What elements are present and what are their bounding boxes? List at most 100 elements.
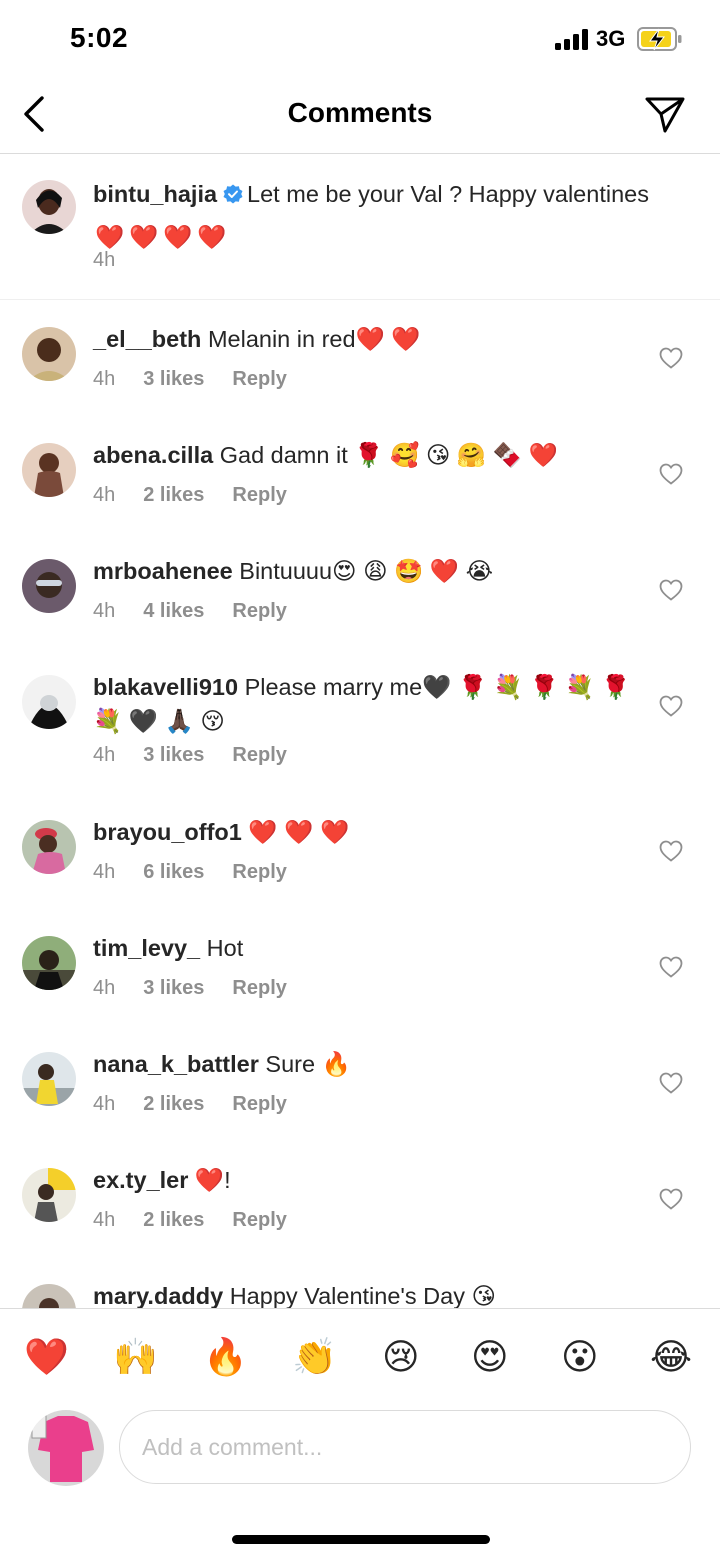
comment-input[interactable] xyxy=(119,1410,691,1484)
comment-likes[interactable]: 2 likes xyxy=(143,1209,204,1231)
comment-text: mrboahenee Bintuuuu😍 😩 🤩 ❤️ 😭 xyxy=(93,554,633,588)
avatar[interactable] xyxy=(22,327,76,381)
comment-item: nana_k_battler Sure 🔥 4h 2 likes Reply xyxy=(0,1025,720,1141)
caption-emojis: ❤️ ❤️ ❤️ ❤️ xyxy=(93,216,229,250)
caption-timestamp: 4h xyxy=(93,249,116,271)
comment-meta: 4h 3 likes Reply xyxy=(93,368,287,391)
avatar[interactable] xyxy=(22,559,76,613)
laughing-reaction-button[interactable]: 😂 xyxy=(650,1335,694,1379)
comment-item: ex.ty_ler ❤️! 4h 2 likes Reply xyxy=(0,1141,720,1257)
comment-item: mrboahenee Bintuuuu😍 😩 🤩 ❤️ 😭 4h 4 likes R… xyxy=(0,532,720,648)
caption-username[interactable]: bintu_hajia xyxy=(93,181,217,207)
comment-time: 4h xyxy=(93,977,116,999)
heart-outline-icon[interactable] xyxy=(659,695,683,717)
clapping-reaction-button[interactable]: 👏 xyxy=(292,1335,337,1379)
comment-likes[interactable]: 2 likes xyxy=(143,1093,204,1115)
avatar[interactable] xyxy=(22,180,76,234)
comment-body: Happy Valentine's Day 😘 xyxy=(229,1283,496,1308)
reply-button[interactable]: Reply xyxy=(232,977,286,999)
quick-reaction-bar: ❤️ 🙌 🔥 👏 😢 😍 😮 😂 xyxy=(0,1308,720,1402)
surprised-reaction-button[interactable]: 😮 xyxy=(561,1335,605,1379)
home-indicator xyxy=(232,1535,490,1544)
comment-composer xyxy=(0,1402,720,1502)
heart-emoji: ❤️ xyxy=(129,223,159,250)
status-time: 5:02 xyxy=(70,22,129,53)
reply-button[interactable]: Reply xyxy=(232,368,286,390)
comments-header: Comments xyxy=(0,80,720,154)
comment-likes[interactable]: 3 likes xyxy=(143,368,204,390)
heart-outline-icon[interactable] xyxy=(659,956,683,978)
comment-time: 4h xyxy=(93,1209,116,1231)
comment-meta: 4h 6 likes Reply xyxy=(93,861,287,884)
comment-time: 4h xyxy=(93,1093,116,1115)
comment-item: _el__beth Melanin in red❤️ ❤️ 4h 3 likes R… xyxy=(0,300,720,416)
comment-text: ex.ty_ler ❤️! xyxy=(93,1163,633,1197)
avatar[interactable] xyxy=(22,1052,76,1106)
avatar[interactable] xyxy=(22,443,76,497)
comment-text: nana_k_battler Sure 🔥 xyxy=(93,1047,633,1081)
reply-button[interactable]: Reply xyxy=(232,861,286,883)
comment-body: Bintuuuu😍 😩 🤩 ❤️ 😭 xyxy=(239,558,494,584)
comment-list: _el__beth Melanin in red❤️ ❤️ 4h 3 likes R… xyxy=(0,300,720,1308)
avatar[interactable] xyxy=(22,936,76,990)
comment-item: abena.cilla Gad damn it 🌹 🥰 😘 🤗 🍫 ❤️ 4h 2… xyxy=(0,416,720,532)
comment-username[interactable]: mrboahenee xyxy=(93,558,233,584)
comment-username[interactable]: nana_k_battler xyxy=(93,1051,259,1077)
comment-time: 4h xyxy=(93,744,116,766)
heart-reaction-button[interactable]: ❤️ xyxy=(24,1335,69,1379)
raising-hands-reaction-button[interactable]: 🙌 xyxy=(113,1335,158,1379)
reply-button[interactable]: Reply xyxy=(232,600,286,622)
comment-item: brayou_offo1 ❤️ ❤️ ❤️ 4h 6 likes Reply xyxy=(0,793,720,909)
avatar[interactable] xyxy=(22,820,76,874)
comment-likes[interactable]: 3 likes xyxy=(143,744,204,766)
comment-username[interactable]: brayou_offo1 xyxy=(93,819,242,845)
comment-username[interactable]: blakavelli910 xyxy=(93,674,238,700)
comment-username[interactable]: mary.daddy xyxy=(93,1283,223,1308)
current-user-avatar xyxy=(28,1410,104,1486)
paper-plane-icon[interactable] xyxy=(644,94,686,134)
comment-likes[interactable]: 6 likes xyxy=(143,861,204,883)
comment-meta: 4h 2 likes Reply xyxy=(93,1209,287,1232)
comment-text: tim_levy_ Hot xyxy=(93,931,633,965)
fire-reaction-button[interactable]: 🔥 xyxy=(203,1335,248,1379)
caption-body: Let me be your Val ? Happy valentines xyxy=(247,181,649,207)
heart-outline-icon[interactable] xyxy=(659,1072,683,1094)
comment-item: mary.daddy Happy Valentine's Day 😘 xyxy=(0,1257,720,1308)
comment-text: blakavelli910 Please marry me🖤 🌹 💐 🌹 💐 🌹… xyxy=(93,670,633,738)
comment-username[interactable]: _el__beth xyxy=(93,326,201,352)
avatar[interactable] xyxy=(22,1168,76,1222)
comment-text: abena.cilla Gad damn it 🌹 🥰 😘 🤗 🍫 ❤️ xyxy=(93,438,633,472)
comment-time: 4h xyxy=(93,484,116,506)
reply-button[interactable]: Reply xyxy=(232,484,286,506)
reply-button[interactable]: Reply xyxy=(232,1093,286,1115)
avatar[interactable] xyxy=(22,1284,76,1308)
comment-meta: 4h 3 likes Reply xyxy=(93,977,287,1000)
avatar[interactable] xyxy=(22,675,76,729)
comment-likes[interactable]: 3 likes xyxy=(143,977,204,999)
comment-time: 4h xyxy=(93,600,116,622)
comment-likes[interactable]: 2 likes xyxy=(143,484,204,506)
comment-body: Sure 🔥 xyxy=(265,1051,351,1077)
heart-outline-icon[interactable] xyxy=(659,347,683,369)
comment-username[interactable]: ex.ty_ler xyxy=(93,1167,188,1193)
heart-outline-icon[interactable] xyxy=(659,1188,683,1210)
heart-eyes-reaction-button[interactable]: 😍 xyxy=(471,1335,515,1379)
comment-likes[interactable]: 4 likes xyxy=(143,600,204,622)
comment-meta: 4h 2 likes Reply xyxy=(93,484,287,507)
comment-meta: 4h 3 likes Reply xyxy=(93,744,287,767)
comment-username[interactable]: abena.cilla xyxy=(93,442,213,468)
comment-body: ❤️! xyxy=(194,1167,231,1193)
comment-text: mary.daddy Happy Valentine's Day 😘 xyxy=(93,1279,633,1308)
heart-emoji: ❤️ xyxy=(163,223,193,250)
signal-strength-icon xyxy=(555,28,589,50)
comment-username[interactable]: tim_levy_ xyxy=(93,935,200,961)
heart-outline-icon[interactable] xyxy=(659,579,683,601)
heart-outline-icon[interactable] xyxy=(659,463,683,485)
verified-badge-icon xyxy=(223,184,243,204)
reply-button[interactable]: Reply xyxy=(232,1209,286,1231)
reply-button[interactable]: Reply xyxy=(232,744,286,766)
crying-reaction-button[interactable]: 😢 xyxy=(382,1335,426,1379)
caption-text: bintu_hajia Let me be your Val ? Happy va… xyxy=(93,177,693,250)
heart-outline-icon[interactable] xyxy=(659,840,683,862)
comment-time: 4h xyxy=(93,861,116,883)
